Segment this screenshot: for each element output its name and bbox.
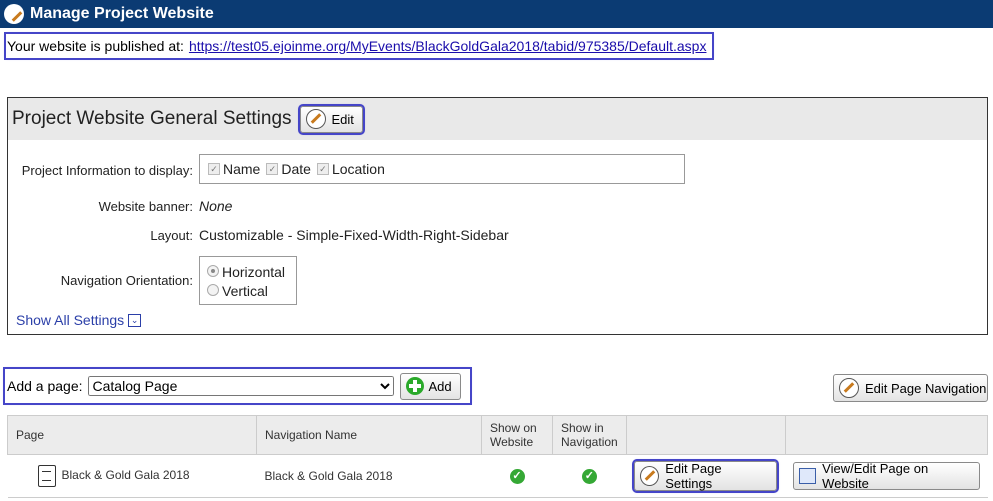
add-page-label: Add a page: xyxy=(7,378,83,394)
edit-cell: Edit Page Settings xyxy=(626,454,786,498)
layout-label: Layout: xyxy=(150,228,193,243)
show-all-settings-link[interactable]: Show All Settings ⌄ xyxy=(16,312,142,328)
banner-label: Website banner: xyxy=(98,199,193,214)
checkbox-location[interactable]: ✓ xyxy=(316,163,329,175)
general-settings-title: Project Website General Settings xyxy=(12,108,292,129)
col-page: Page xyxy=(7,415,257,455)
pencil-icon xyxy=(4,4,24,24)
radio-horizontal[interactable] xyxy=(207,265,219,277)
general-settings-panel: Project Website General Settings Edit Pr… xyxy=(7,97,988,335)
col-edit xyxy=(625,415,786,455)
pages-table: Page Navigation Name Show on Website Sho… xyxy=(7,415,989,498)
option-location-label: Location xyxy=(331,161,385,177)
page-name: Black & Gold Gala 2018 xyxy=(61,468,190,483)
col-view xyxy=(784,415,989,455)
title-bar: Manage Project Website xyxy=(0,0,993,28)
published-url-line: Your website is published at: https://te… xyxy=(3,32,715,60)
view-edit-page-label: View/Edit Page on Website xyxy=(822,461,929,491)
edit-page-settings-button[interactable]: Edit Page Settings xyxy=(632,459,780,493)
project-info-options: ✓ Name ✓ Date ✓ Location xyxy=(199,154,685,184)
col-show-nav: Show in Navigation xyxy=(552,415,627,455)
published-label: Your website is published at: xyxy=(7,38,184,54)
edit-page-settings-label: Edit Page Settings xyxy=(665,461,722,491)
edit-settings-button[interactable]: Edit xyxy=(297,103,365,135)
radio-vertical-row: Vertical xyxy=(207,282,296,301)
add-page-bar: Add a page: Catalog Page Add xyxy=(3,367,472,405)
nav-orientation-options: Horizontal Vertical xyxy=(199,256,297,305)
page-document-icon xyxy=(37,465,56,487)
option-date-label: Date xyxy=(281,161,311,177)
pencil-icon xyxy=(305,109,326,129)
page-type-select[interactable]: Catalog Page xyxy=(87,376,394,396)
edit-page-navigation-label: Edit Page Navigation xyxy=(865,380,987,396)
radio-horizontal-label: Horizontal xyxy=(222,264,286,280)
pencil-icon xyxy=(839,378,859,398)
radio-vertical-label: Vertical xyxy=(222,283,268,299)
view-cell: View/Edit Page on Website xyxy=(785,454,988,498)
show-nav-cell: ✓ xyxy=(552,454,627,498)
plus-icon xyxy=(405,377,424,395)
edit-page-navigation-button[interactable]: Edit Page Navigation xyxy=(833,374,988,402)
show-website-cell: ✓ xyxy=(481,454,553,498)
option-name-label: Name xyxy=(223,161,261,177)
col-nav-name: Navigation Name xyxy=(256,415,482,455)
col-show-website: Show on Website xyxy=(481,415,553,455)
radio-horizontal-row: Horizontal xyxy=(207,263,296,282)
pencil-icon xyxy=(640,466,660,486)
check-icon: ✓ xyxy=(581,469,597,484)
layout-value: Customizable - Simple-Fixed-Width-Right-… xyxy=(199,227,509,243)
general-settings-header: Project Website General Settings Edit xyxy=(8,98,987,140)
nav-name-cell: Black & Gold Gala 2018 xyxy=(256,454,482,498)
checkbox-name[interactable]: ✓ xyxy=(208,163,220,175)
radio-vertical[interactable] xyxy=(207,284,219,296)
nav-orientation-label: Navigation Orientation: xyxy=(60,273,193,288)
webpage-icon xyxy=(799,468,817,484)
expand-icon: ⌄ xyxy=(128,313,142,327)
add-page-button-label: Add xyxy=(428,378,452,394)
banner-value: None xyxy=(199,198,233,214)
published-url-link[interactable]: https://test05.ejoinme.org/MyEvents/Blac… xyxy=(189,38,707,54)
table-header-row: Page Navigation Name Show on Website Sho… xyxy=(7,415,989,455)
page-cell: Black & Gold Gala 2018 xyxy=(7,454,257,498)
page-title: Manage Project Website xyxy=(30,5,214,22)
project-info-label: Project Information to display: xyxy=(21,163,193,178)
view-edit-page-button[interactable]: View/Edit Page on Website xyxy=(793,461,980,491)
edit-settings-label: Edit xyxy=(331,111,354,127)
check-icon: ✓ xyxy=(509,469,525,484)
show-all-settings-label: Show All Settings xyxy=(16,312,125,328)
checkbox-date[interactable]: ✓ xyxy=(266,163,279,175)
table-row: Black & Gold Gala 2018 Black & Gold Gala… xyxy=(7,454,988,498)
add-page-button[interactable]: Add xyxy=(399,372,461,400)
